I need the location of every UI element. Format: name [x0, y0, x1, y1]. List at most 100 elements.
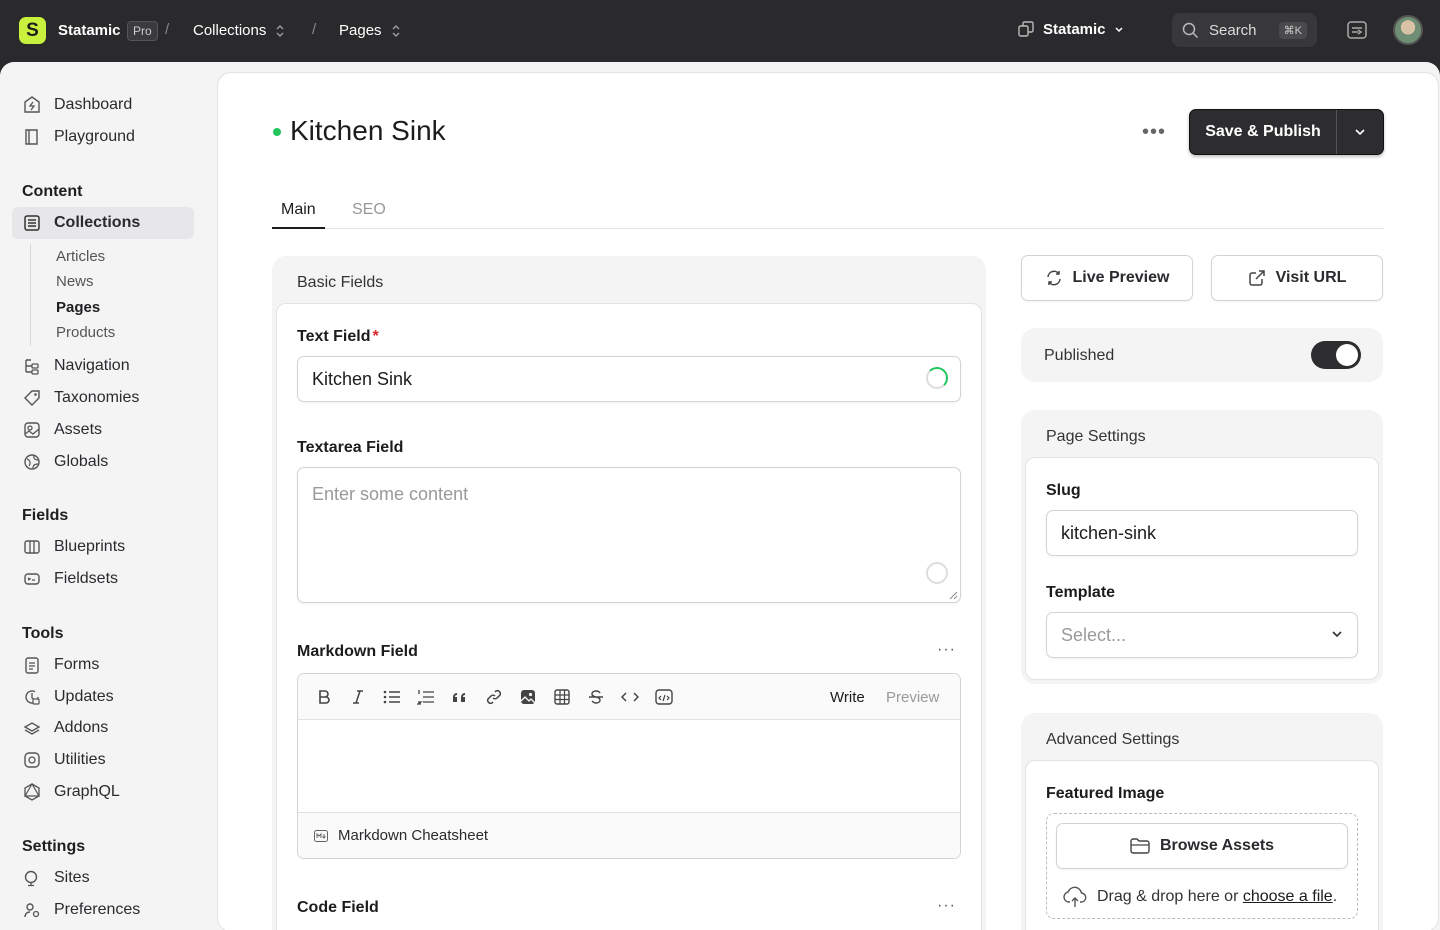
dropzone-hint: Drag & drop here or choose a file.	[1063, 886, 1337, 908]
sidebar-item-taxonomies[interactable]: Taxonomies	[12, 382, 194, 414]
sidebar-item-label: Taxonomies	[54, 389, 140, 406]
tab-seo[interactable]: SEO	[352, 201, 386, 227]
sidebar-item-blueprints[interactable]: Blueprints	[12, 531, 194, 563]
sidebar-item-label: Blueprints	[54, 538, 126, 555]
text-field-input[interactable]: Kitchen Sink	[297, 356, 961, 402]
image-icon[interactable]	[517, 686, 539, 708]
chevron-updown-icon	[276, 24, 284, 37]
save-publish-button-group: Save & Publish	[1189, 109, 1384, 155]
live-preview-label: Live Preview	[1072, 269, 1170, 286]
external-link-icon	[1248, 270, 1265, 286]
navigation-icon	[25, 359, 39, 375]
sidebar-item-label: Playground	[54, 128, 135, 145]
resize-handle-icon[interactable]	[949, 591, 958, 600]
search-label: Search	[1209, 21, 1257, 39]
markdown-write-tab[interactable]: Write	[830, 689, 865, 706]
tab-main[interactable]: Main	[272, 201, 325, 229]
save-options-dropdown[interactable]	[1337, 110, 1383, 154]
strikethrough-icon[interactable]	[585, 686, 607, 708]
sidebar-item-preferences[interactable]: Preferences	[12, 894, 194, 926]
sidebar-subitem-articles[interactable]: Articles	[56, 248, 105, 265]
search-icon	[1182, 22, 1199, 38]
code-block-icon[interactable]	[653, 686, 675, 708]
slug-field-label: Slug	[1046, 482, 1081, 499]
markdown-field-label: Markdown Field	[297, 643, 418, 660]
assets-icon	[24, 422, 40, 438]
bold-icon[interactable]	[313, 686, 335, 708]
text-field-label-text: Text Field	[297, 328, 371, 345]
code-field-more-button[interactable]: ···	[937, 897, 956, 915]
section-heading: Page Settings	[1046, 428, 1146, 445]
sidebar-item-playground[interactable]: Playground	[12, 121, 194, 153]
markdown-footer[interactable]: Markdown Cheatsheet	[298, 812, 960, 858]
statamic-logo[interactable]: S	[19, 17, 46, 44]
text-field-value: Kitchen Sink	[312, 368, 413, 389]
user-avatar[interactable]	[1393, 15, 1423, 45]
markdown-icon	[314, 829, 328, 842]
global-search[interactable]: Search ⌘K	[1172, 13, 1317, 47]
markdown-preview-tab[interactable]: Preview	[886, 689, 939, 706]
code-field-label: Code Field	[297, 899, 379, 916]
browse-assets-button[interactable]: Browse Assets	[1056, 823, 1348, 869]
sidebar-subitem-pages[interactable]: Pages	[56, 299, 100, 316]
sidebar-subitem-products[interactable]: Products	[56, 324, 115, 341]
link-icon[interactable]	[483, 686, 505, 708]
markdown-cheatsheet-link: Markdown Cheatsheet	[338, 827, 489, 844]
live-preview-button[interactable]: Live Preview	[1021, 255, 1193, 301]
site-icon	[1018, 21, 1034, 37]
sidebar-item-assets[interactable]: Assets	[12, 414, 194, 446]
browse-assets-label: Browse Assets	[1159, 837, 1275, 854]
breadcrumb-collections[interactable]: Collections	[193, 22, 286, 39]
textarea-field-input[interactable]: Enter some content	[297, 467, 961, 603]
chevron-down-icon	[1332, 631, 1342, 638]
sidebar-item-collections[interactable]: Collections	[12, 207, 194, 239]
markdown-field-more-button[interactable]: ···	[937, 641, 956, 659]
template-placeholder: Select...	[1061, 624, 1127, 645]
sidebar-item-utilities[interactable]: Utilities	[12, 744, 194, 776]
cloud-upload-icon	[1063, 886, 1087, 907]
markdown-editor: Write Preview Markdown Cheatsheet	[297, 673, 961, 859]
sidebar: Dashboard Playground Content Collections…	[0, 62, 216, 930]
visit-url-button[interactable]: Visit URL	[1211, 255, 1383, 301]
more-actions-button[interactable]: •••	[1142, 121, 1166, 144]
italic-icon[interactable]	[347, 686, 369, 708]
sidebar-item-label: Globals	[54, 453, 109, 470]
template-select[interactable]: Select...	[1046, 612, 1358, 658]
sidebar-item-label: Forms	[54, 656, 100, 673]
sidebar-item-dashboard[interactable]: Dashboard	[12, 89, 194, 121]
slug-input[interactable]: kitchen-sink	[1046, 510, 1358, 556]
sidebar-item-navigation[interactable]: Navigation	[12, 350, 194, 382]
sidebar-item-label: Updates	[54, 688, 114, 705]
choose-file-link[interactable]: choose a file	[1243, 888, 1333, 905]
code-icon[interactable]	[619, 686, 641, 708]
brand-name[interactable]: Statamic	[58, 22, 121, 39]
chevron-down-icon	[1115, 27, 1123, 33]
published-label: Published	[1044, 347, 1115, 364]
refresh-icon	[1046, 270, 1061, 286]
sidebar-item-addons[interactable]: Addons	[12, 712, 194, 744]
section-heading: Advanced Settings	[1046, 731, 1180, 748]
sidebar-item-updates[interactable]: Updates	[12, 681, 194, 713]
subnav-guide	[30, 244, 31, 346]
section-heading: Basic Fields	[297, 274, 384, 291]
published-toggle[interactable]	[1311, 341, 1361, 369]
sidebar-item-sites[interactable]: Sites	[12, 862, 194, 894]
bullet-list-icon[interactable]	[381, 686, 403, 708]
app-shell: Dashboard Playground Content Collections…	[0, 62, 1440, 930]
markdown-toolbar: Write Preview	[298, 674, 960, 720]
sidebar-item-globals[interactable]: Globals	[12, 446, 194, 478]
breadcrumb-pages[interactable]: Pages	[339, 22, 402, 39]
save-publish-button[interactable]: Save & Publish	[1190, 110, 1337, 154]
sidebar-subitem-news[interactable]: News	[56, 273, 94, 290]
sidebar-item-forms[interactable]: Forms	[12, 649, 194, 681]
textarea-field-label: Textarea Field	[297, 439, 404, 456]
sidebar-item-graphql[interactable]: GraphQL	[12, 776, 194, 808]
sidebar-item-label: Sites	[54, 869, 90, 886]
quote-icon[interactable]	[449, 686, 471, 708]
published-status-dot	[273, 128, 281, 136]
ordered-list-icon[interactable]	[415, 686, 437, 708]
table-icon[interactable]	[551, 686, 573, 708]
view-site-icon[interactable]	[1345, 18, 1369, 42]
site-switcher[interactable]: Statamic	[1017, 20, 1124, 38]
sidebar-item-fieldsets[interactable]: Fieldsets	[12, 563, 194, 595]
